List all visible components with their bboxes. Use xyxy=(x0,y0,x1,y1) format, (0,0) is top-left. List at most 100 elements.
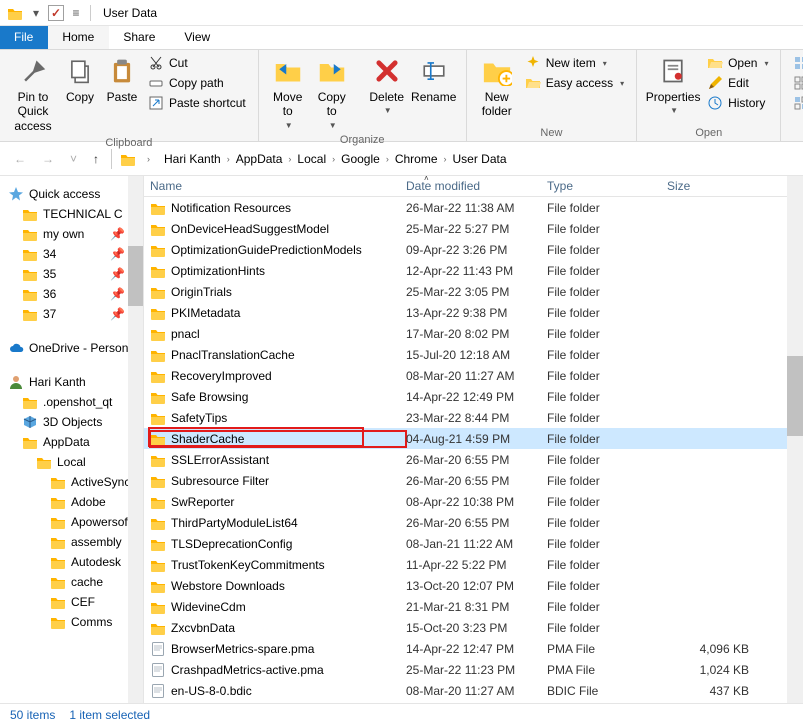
new-folder-button[interactable]: New folder xyxy=(475,52,519,121)
file-row[interactable]: Safe Browsing14-Apr-22 12:49 PMFile fold… xyxy=(144,386,803,407)
nav-item[interactable]: 36📌 xyxy=(0,284,143,304)
breadcrumb-item[interactable]: Local xyxy=(294,150,329,168)
breadcrumb-item[interactable]: User Data xyxy=(450,150,510,168)
history-button[interactable]: History xyxy=(703,94,772,112)
file-name: OriginTrials xyxy=(171,285,232,299)
nav-item[interactable]: TECHNICAL C📌 xyxy=(0,204,143,224)
nav-item[interactable]: Hari Kanth xyxy=(0,372,143,392)
pin-to-quick-access-button[interactable]: Pin to Quick access xyxy=(8,52,58,135)
nav-item[interactable]: ActiveSync xyxy=(0,472,143,492)
nav-item[interactable]: Comms xyxy=(0,612,143,632)
file-row[interactable]: SwReporter08-Apr-22 10:38 PMFile folder xyxy=(144,491,803,512)
tab-file[interactable]: File xyxy=(0,26,48,49)
up-button[interactable]: ↑ xyxy=(89,150,103,168)
nav-item[interactable]: cache xyxy=(0,572,143,592)
file-row[interactable]: ZxcvbnData15-Oct-20 3:23 PMFile folder xyxy=(144,617,803,638)
column-size[interactable]: Size xyxy=(667,179,803,193)
qa-properties-checked[interactable]: ✓ xyxy=(48,5,64,21)
properties-button[interactable]: Properties▼ xyxy=(645,52,701,118)
rename-button[interactable]: Rename xyxy=(410,52,458,106)
file-row[interactable]: ThirdPartyModuleList6426-Mar-20 6:55 PMF… xyxy=(144,512,803,533)
cut-button[interactable]: Cut xyxy=(144,54,250,72)
label: Date modified xyxy=(406,179,480,193)
scrollbar-thumb[interactable] xyxy=(128,246,143,306)
file-row[interactable]: SafetyTips23-Mar-22 8:44 PMFile folder xyxy=(144,407,803,428)
nav-item[interactable]: Adobe xyxy=(0,492,143,512)
scrollbar-thumb[interactable] xyxy=(787,356,803,436)
copy-to-button[interactable]: Copy to▼ xyxy=(311,52,353,132)
chevron-right-icon[interactable]: › xyxy=(329,154,338,164)
nav-item[interactable]: 3D Objects xyxy=(0,412,143,432)
file-row[interactable]: SSLErrorAssistant26-Mar-20 6:55 PMFile f… xyxy=(144,449,803,470)
delete-button[interactable]: Delete▼ xyxy=(366,52,408,118)
breadcrumb-item[interactable]: AppData xyxy=(233,150,286,168)
file-row[interactable]: Webstore Downloads13-Oct-20 12:07 PMFile… xyxy=(144,575,803,596)
tab-view[interactable]: View xyxy=(170,26,225,49)
nav-item[interactable]: Local xyxy=(0,452,143,472)
recent-dropdown[interactable]: ˅ xyxy=(66,150,81,168)
forward-button[interactable]: → xyxy=(38,150,58,168)
copy-button[interactable]: Copy xyxy=(60,52,100,106)
file-row[interactable]: WidevineCdm21-Mar-21 8:31 PMFile folder xyxy=(144,596,803,617)
chevron-right-icon[interactable]: › xyxy=(144,154,153,164)
chevron-right-icon[interactable]: › xyxy=(383,154,392,164)
file-row[interactable]: RecoveryImproved08-Mar-20 11:27 AMFile f… xyxy=(144,365,803,386)
chevron-right-icon[interactable]: › xyxy=(224,154,233,164)
paste-button[interactable]: Paste xyxy=(102,52,142,106)
nav-scrollbar[interactable] xyxy=(128,176,143,703)
file-row[interactable]: Notification Resources26-Mar-22 11:38 AM… xyxy=(144,197,803,218)
edit-button[interactable]: Edit xyxy=(703,74,772,92)
nav-item[interactable]: AppData xyxy=(0,432,143,452)
nav-item[interactable]: Apowersoft xyxy=(0,512,143,532)
move-to-button[interactable]: Move to▼ xyxy=(267,52,309,132)
tab-home[interactable]: Home xyxy=(48,26,109,49)
breadcrumb-item[interactable]: Google xyxy=(338,150,383,168)
qa-overflow-icon[interactable]: ≡ xyxy=(68,5,84,21)
nav-item[interactable]: assembly xyxy=(0,532,143,552)
file-row[interactable]: BrowserMetrics-spare.pma14-Apr-22 12:47 … xyxy=(144,638,803,659)
chevron-right-icon[interactable]: › xyxy=(285,154,294,164)
column-type[interactable]: Type xyxy=(547,179,667,193)
qa-dropdown-icon[interactable]: ▾ xyxy=(28,5,44,21)
file-row[interactable]: Subresource Filter26-Mar-20 6:55 PMFile … xyxy=(144,470,803,491)
file-row[interactable]: TLSDeprecationConfig08-Jan-21 11:22 AMFi… xyxy=(144,533,803,554)
file-type: File folder xyxy=(547,411,667,425)
file-row[interactable]: PKIMetadata13-Apr-22 9:38 PMFile folder xyxy=(144,302,803,323)
file-name: TLSDeprecationConfig xyxy=(171,537,292,551)
file-row[interactable]: ShaderCache04-Aug-21 4:59 PMFile folder xyxy=(144,428,803,449)
nav-item[interactable]: CEF xyxy=(0,592,143,612)
file-row[interactable]: en-US-8-0.bdic08-Mar-20 11:27 AMBDIC Fil… xyxy=(144,680,803,701)
invert-selection-button[interactable]: Invert sele xyxy=(789,94,803,112)
file-row[interactable]: OnDeviceHeadSuggestModel25-Mar-22 5:27 P… xyxy=(144,218,803,239)
select-none-button[interactable]: Select non xyxy=(789,74,803,92)
file-row[interactable]: pnacl17-Mar-20 8:02 PMFile folder xyxy=(144,323,803,344)
file-row[interactable]: TrustTokenKeyCommitments11-Apr-22 5:22 P… xyxy=(144,554,803,575)
select-all-button[interactable]: Select all xyxy=(789,54,803,72)
tab-share[interactable]: Share xyxy=(109,26,170,49)
nav-item[interactable]: Quick access xyxy=(0,184,143,204)
folder-icon xyxy=(50,594,66,610)
nav-item[interactable]: .openshot_qt xyxy=(0,392,143,412)
nav-item[interactable]: 34📌 xyxy=(0,244,143,264)
back-button[interactable]: ← xyxy=(10,150,30,168)
nav-item[interactable]: OneDrive - Person xyxy=(0,338,143,358)
nav-item[interactable]: 37📌 xyxy=(0,304,143,324)
file-row[interactable]: OriginTrials25-Mar-22 3:05 PMFile folder xyxy=(144,281,803,302)
chevron-right-icon[interactable]: › xyxy=(441,154,450,164)
paste-shortcut-button[interactable]: Paste shortcut xyxy=(144,94,250,112)
nav-item[interactable]: Autodesk xyxy=(0,552,143,572)
list-scrollbar[interactable] xyxy=(787,176,803,703)
new-item-button[interactable]: New item▾ xyxy=(521,54,628,72)
open-button[interactable]: Open▾ xyxy=(703,54,772,72)
easy-access-button[interactable]: Easy access▾ xyxy=(521,74,628,92)
nav-item[interactable]: 35📌 xyxy=(0,264,143,284)
column-name[interactable]: Name xyxy=(150,179,406,193)
nav-item[interactable]: my own📌 xyxy=(0,224,143,244)
file-row[interactable]: OptimizationHints12-Apr-22 11:43 PMFile … xyxy=(144,260,803,281)
file-row[interactable]: PnaclTranslationCache15-Jul-20 12:18 AMF… xyxy=(144,344,803,365)
file-row[interactable]: CrashpadMetrics-active.pma25-Mar-22 11:2… xyxy=(144,659,803,680)
breadcrumb-item[interactable]: Chrome xyxy=(392,150,441,168)
copy-path-button[interactable]: Copy path xyxy=(144,74,250,92)
breadcrumb-item[interactable]: Hari Kanth xyxy=(161,150,224,168)
file-row[interactable]: OptimizationGuidePredictionModels09-Apr-… xyxy=(144,239,803,260)
